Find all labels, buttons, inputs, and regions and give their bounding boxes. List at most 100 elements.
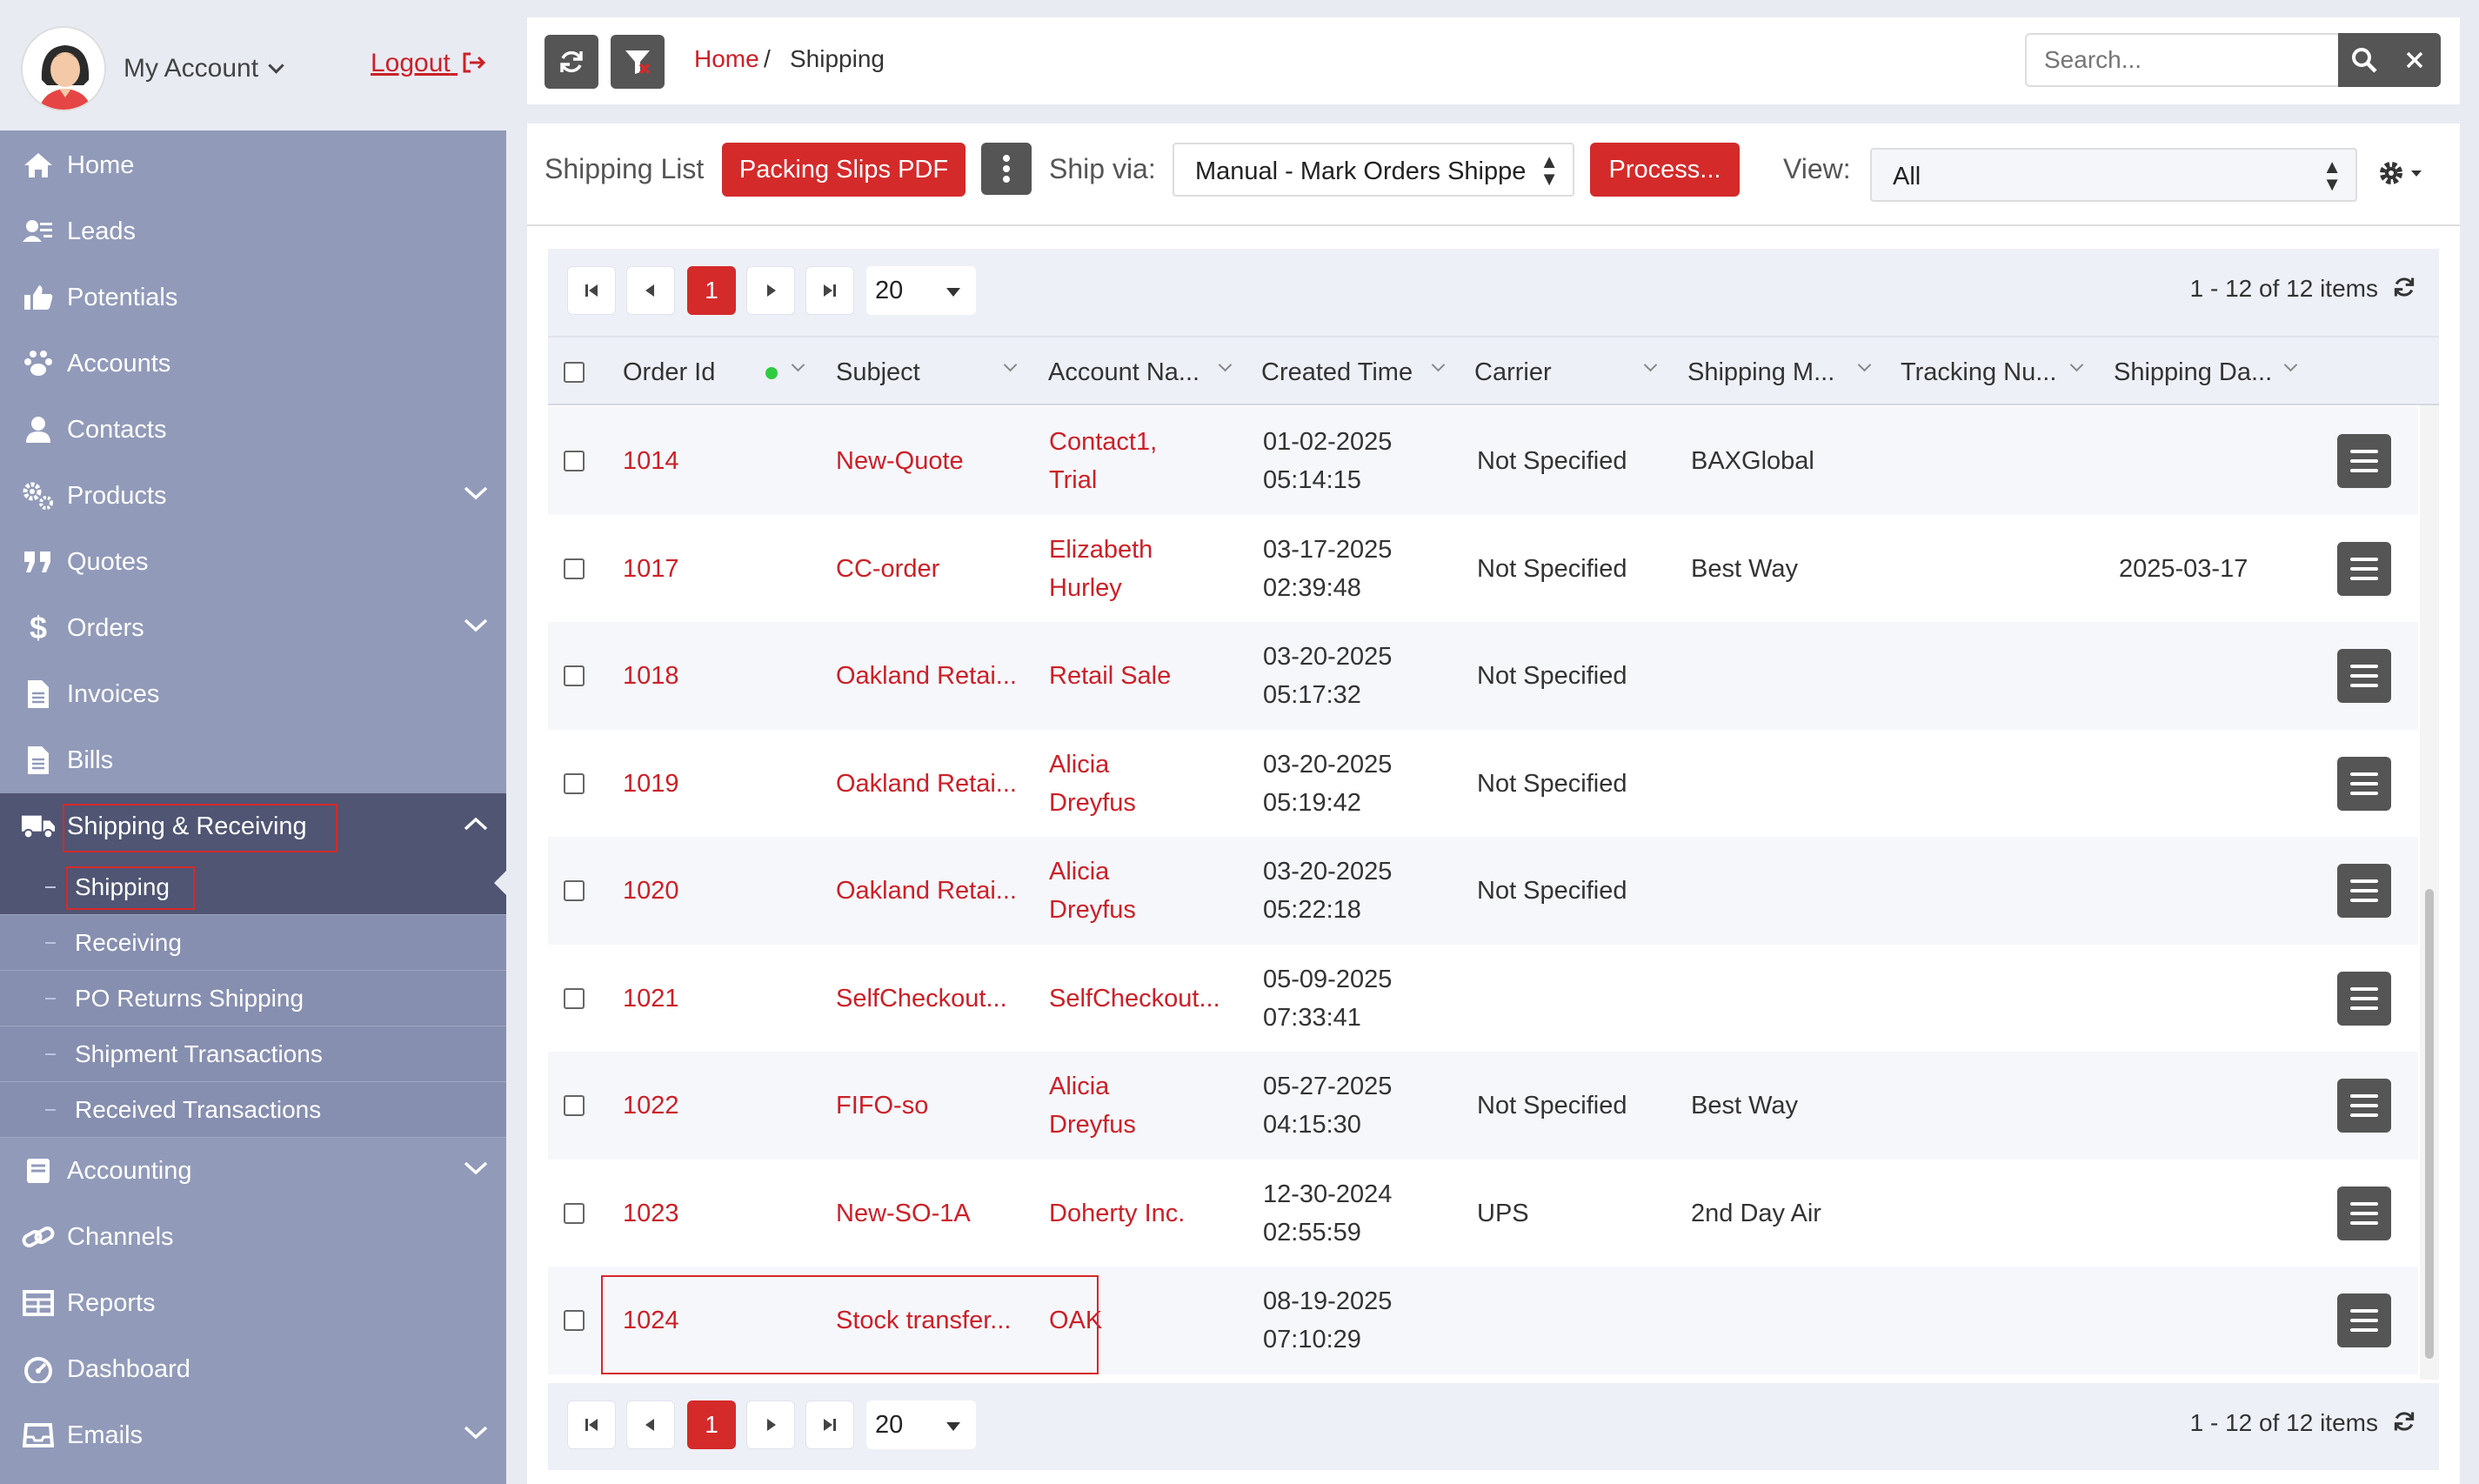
last-page-button[interactable]	[805, 266, 854, 315]
last-page-button[interactable]	[805, 1400, 854, 1449]
subject-link[interactable]: New-SO-1A	[836, 1194, 971, 1233]
table-row[interactable]: 1019 Oakland Retai... Alicia Dreyfus 03-20-2…	[548, 730, 2418, 838]
select-all-checkbox[interactable]	[564, 362, 585, 383]
next-page-button[interactable]	[746, 266, 795, 315]
order-id-link[interactable]: 1017	[623, 550, 679, 588]
account-link[interactable]: Retail Sale	[1049, 657, 1171, 695]
sidebar-subitem-po-returns-shipping[interactable]: PO Returns Shipping	[0, 971, 506, 1026]
table-row[interactable]: 1020 Oakland Retai... Alicia Dreyfus 03-20-2…	[548, 837, 2418, 945]
first-page-button[interactable]	[567, 266, 616, 315]
clear-search-button[interactable]	[2389, 33, 2441, 87]
account-link[interactable]: Doherty Inc.	[1049, 1194, 1185, 1233]
column-header-created-time[interactable]: Created Time	[1261, 358, 1413, 387]
page-number-button[interactable]: 1	[687, 266, 736, 315]
sidebar-subitem-receiving[interactable]: Receiving	[0, 915, 506, 971]
row-checkbox[interactable]	[564, 880, 585, 901]
sidebar-item-emails[interactable]: Emails	[0, 1402, 506, 1468]
order-id-link[interactable]: 1023	[623, 1194, 679, 1233]
order-id-link[interactable]: 1020	[623, 872, 679, 910]
order-id-link[interactable]: 1018	[623, 657, 679, 695]
sidebar-subitem-shipment-transactions[interactable]: Shipment Transactions	[0, 1026, 506, 1082]
prev-page-button[interactable]	[626, 266, 675, 315]
chevron-down-icon[interactable]	[1643, 358, 1658, 372]
chevron-down-icon[interactable]	[1857, 358, 1872, 372]
chevron-down-icon[interactable]	[1218, 358, 1233, 372]
row-menu-button[interactable]	[2337, 1293, 2391, 1347]
row-checkbox[interactable]	[564, 773, 585, 794]
sidebar-item-bills[interactable]: Bills	[0, 727, 506, 793]
sidebar-item-channels[interactable]: Channels	[0, 1204, 506, 1270]
chevron-down-icon[interactable]	[1003, 358, 1018, 372]
account-link[interactable]: Alicia Dreyfus	[1049, 745, 1136, 822]
account-link[interactable]: Alicia Dreyfus	[1049, 1067, 1136, 1144]
account-link[interactable]: Alicia Dreyfus	[1049, 852, 1136, 929]
view-select[interactable]: All ▲ ▼	[1870, 148, 2357, 202]
column-header-account-name[interactable]: Account Na...	[1048, 358, 1199, 387]
order-id-link[interactable]: 1019	[623, 765, 679, 803]
chevron-down-icon[interactable]	[1431, 358, 1446, 372]
row-menu-button[interactable]	[2337, 434, 2391, 488]
row-checkbox[interactable]	[564, 451, 585, 471]
row-menu-button[interactable]	[2337, 864, 2391, 918]
row-menu-button[interactable]	[2337, 649, 2391, 703]
sidebar-item-leads[interactable]: Leads	[0, 198, 506, 264]
vertical-scrollbar[interactable]	[2420, 405, 2439, 1380]
row-checkbox[interactable]	[564, 1310, 585, 1331]
chevron-down-icon[interactable]	[791, 358, 805, 372]
account-link[interactable]: Elizabeth Hurley	[1049, 531, 1153, 607]
table-row[interactable]: 1022 FIFO-so Alicia Dreyfus 05-27-2025 04:15:…	[548, 1052, 2418, 1160]
page-size-select[interactable]: 20	[866, 1400, 976, 1449]
pager-refresh-button[interactable]	[2392, 1409, 2416, 1438]
row-checkbox[interactable]	[564, 1095, 585, 1116]
column-header-tracking-number[interactable]: Tracking Nu...	[1901, 358, 2056, 387]
order-id-link[interactable]: 1022	[623, 1086, 679, 1125]
column-header-carrier[interactable]: Carrier	[1474, 358, 1552, 387]
row-menu-button[interactable]	[2337, 757, 2391, 811]
sidebar-item-dashboard[interactable]: Dashboard	[0, 1336, 506, 1402]
subject-link[interactable]: Oakland Retai...	[836, 657, 1017, 695]
row-checkbox[interactable]	[564, 665, 585, 686]
subject-link[interactable]: FIFO-so	[836, 1086, 928, 1125]
subject-link[interactable]: SelfCheckout...	[836, 979, 1007, 1018]
settings-menu-button[interactable]	[2376, 158, 2423, 192]
sidebar-item-reports[interactable]: Reports	[0, 1270, 506, 1336]
sidebar-subitem-received-transactions[interactable]: Received Transactions	[0, 1082, 506, 1138]
sidebar-item-quotes[interactable]: Quotes	[0, 529, 506, 595]
more-options-button[interactable]	[981, 143, 1032, 195]
column-header-subject[interactable]: Subject	[836, 358, 920, 387]
search-input[interactable]	[2025, 33, 2343, 87]
row-menu-button[interactable]	[2337, 972, 2391, 1026]
sidebar-item-products[interactable]: Products	[0, 463, 506, 529]
table-row[interactable]: 1021 SelfCheckout... SelfCheckout... 05-09-…	[548, 945, 2418, 1053]
next-page-button[interactable]	[746, 1400, 795, 1449]
row-checkbox[interactable]	[564, 988, 585, 1009]
table-row[interactable]: 1023 New-SO-1A Doherty Inc. 12-30-2024 02:55…	[548, 1160, 2418, 1267]
search-button[interactable]	[2338, 33, 2390, 87]
sidebar-item-invoices[interactable]: Invoices	[0, 661, 506, 727]
table-row[interactable]: 1017 CC-order Elizabeth Hurley 03-17-2025 02:…	[548, 515, 2418, 623]
sidebar-item-contacts[interactable]: Contacts	[0, 397, 506, 463]
refresh-button[interactable]	[545, 35, 598, 89]
chevron-down-icon[interactable]	[2283, 358, 2298, 372]
my-account-menu[interactable]: My Account	[124, 54, 284, 84]
breadcrumb-home[interactable]: Home	[694, 45, 759, 73]
row-checkbox[interactable]	[564, 558, 585, 579]
order-id-link[interactable]: 1021	[623, 979, 679, 1018]
prev-page-button[interactable]	[626, 1400, 675, 1449]
pager-refresh-button[interactable]	[2392, 275, 2416, 304]
order-id-link[interactable]: 1014	[623, 442, 679, 480]
sidebar-item-orders[interactable]: $ Orders	[0, 595, 506, 661]
page-number-button[interactable]: 1	[687, 1400, 736, 1449]
column-header-order-id[interactable]: Order Id	[623, 358, 715, 387]
ship-via-select[interactable]: Manual - Mark Orders Shippe ▲ ▼	[1173, 143, 1574, 197]
clear-filter-button[interactable]	[611, 35, 665, 89]
subject-link[interactable]: New-Quote	[836, 442, 964, 480]
row-menu-button[interactable]	[2337, 1187, 2391, 1240]
column-header-shipping-date[interactable]: Shipping Da...	[2114, 358, 2272, 387]
subject-link[interactable]: Oakland Retai...	[836, 765, 1017, 803]
chevron-down-icon[interactable]	[2069, 358, 2084, 372]
sidebar-item-potentials[interactable]: Potentials	[0, 264, 506, 331]
row-menu-button[interactable]	[2337, 1079, 2391, 1133]
avatar[interactable]	[21, 26, 106, 111]
scrollbar-thumb[interactable]	[2425, 889, 2434, 1359]
